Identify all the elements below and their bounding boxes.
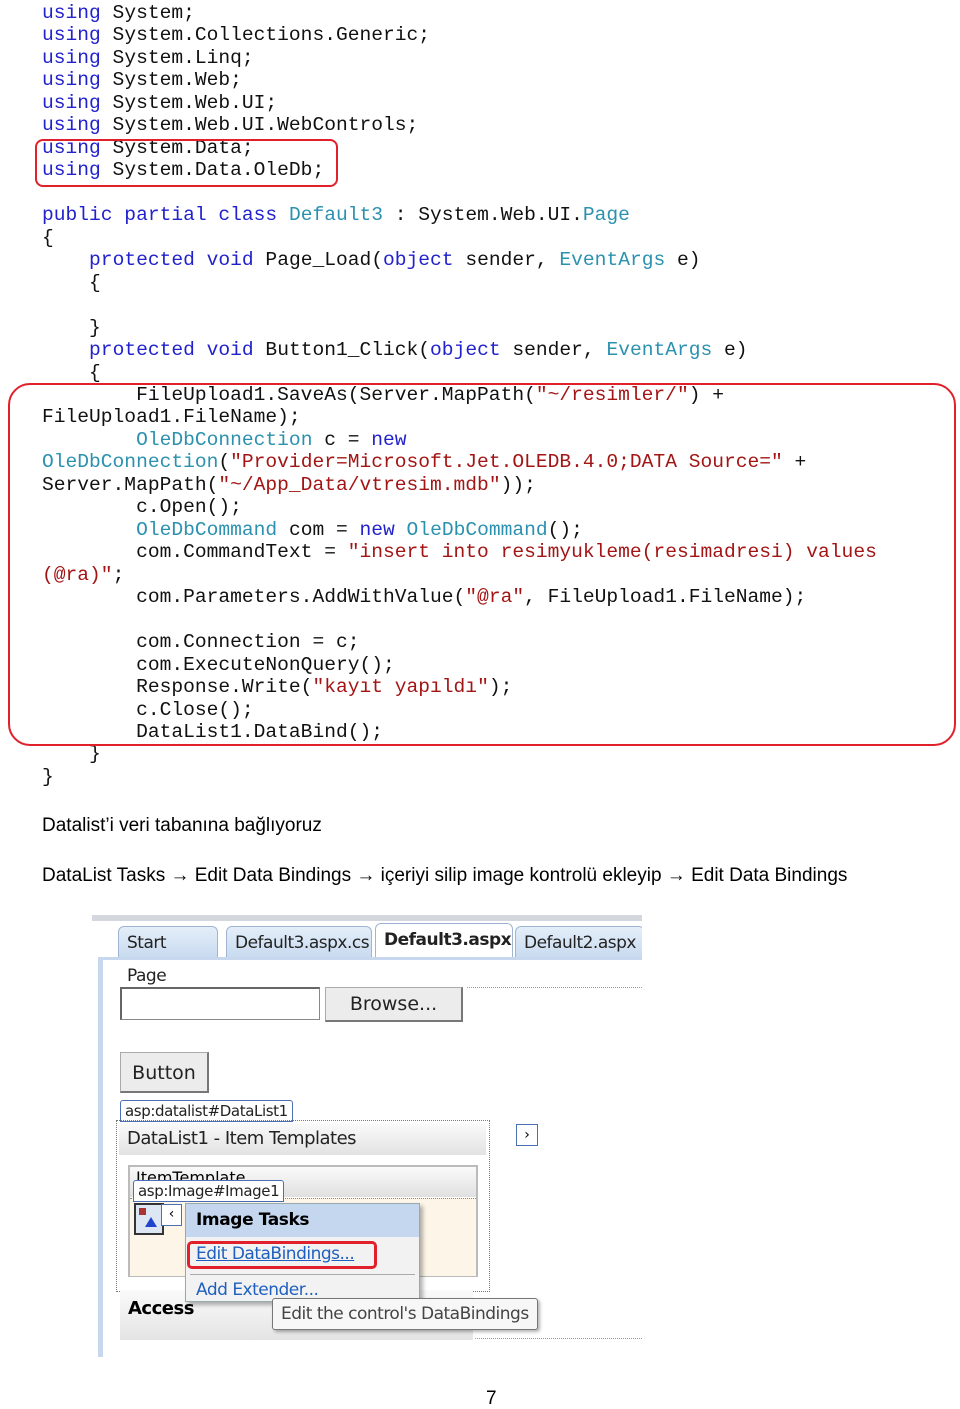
code-token: using [42,2,101,24]
top-bar [92,915,642,921]
code-token: } [42,316,101,339]
code-token: } [42,743,101,766]
code-token: Button1_Click( [253,339,431,362]
code-line: using System.Linq; [42,47,877,69]
tab-default3-aspx-cs[interactable]: Default3.aspx.cs [226,926,372,957]
datalist-header: DataList1 - Item Templates [119,1123,486,1155]
code-line: using System.Web; [42,69,877,91]
code-token: { [42,226,54,249]
code-token: protected void [89,249,254,272]
code-token: using [42,91,101,114]
image-tag: asp:Image#Image1 [133,1180,285,1202]
code-line: protected void Page_Load(object sender, … [42,249,877,271]
code-line: { [42,272,877,294]
page-number: 7 [486,1388,497,1409]
image-icon-triangle [145,1217,157,1227]
button-control[interactable]: Button [120,1052,209,1093]
browse-button[interactable]: Browse... [325,987,463,1022]
code-token: System.Web.UI; [100,91,278,114]
tooltip: Edit the control's DataBindings [272,1298,538,1330]
datalist-tag: asp:datalist#DataList1 [120,1100,293,1122]
code-token: object [383,249,454,272]
code-token: e) [665,249,701,272]
code-token: Page [582,204,630,227]
code-token: EventArgs [559,249,666,272]
code-token: System.Collections.Generic; [100,24,431,47]
highlight-button-click-body [8,383,956,746]
code-token: System; [100,2,195,24]
image-tasks-title: Image Tasks [186,1204,419,1237]
code-token: using [42,114,101,137]
image-placeholder-icon[interactable] [134,1203,164,1235]
highlight-using-directives [35,139,338,187]
code-line: using System.Web.UI; [42,92,877,114]
tab-start-page[interactable]: Start Page [118,926,218,986]
code-line: using System; [42,2,877,24]
code-token: public partial class [42,204,278,227]
image-tasks-menu: Image Tasks Edit DataBindings... Add Ext… [185,1203,420,1302]
code-line: using System.Web.UI.WebControls; [42,114,877,136]
document-page: using System; using System.Collections.Ge… [0,0,960,1409]
code-line: using System.Collections.Generic; [42,24,877,46]
code-token: EventArgs [606,339,713,362]
code-token: using [42,24,101,47]
code-token: { [42,271,101,294]
divider [475,1338,642,1339]
image-icon-square [139,1208,146,1215]
code-line: { [42,362,877,384]
code-token: using [42,46,101,69]
ide-screenshot: Start Page Default3.aspx.cs Default3.asp… [92,915,642,1357]
paragraph-datalist: Datalist’i veri tabanına bağlıyoruz [42,815,322,836]
code-token: e) [712,339,748,362]
edit-databindings-link[interactable]: Edit DataBindings... [196,1244,355,1264]
code-line: { [42,227,877,249]
code-token: Page_Load( [253,249,384,272]
code-line: public partial class Default3 : System.W… [42,204,877,226]
code-token: protected void [89,339,254,362]
tab-default3-aspx[interactable]: Default3.aspx [375,923,513,957]
tab-default2-aspx[interactable]: Default2.aspx [515,926,642,957]
menu-separator [190,1274,415,1275]
code-line: } [42,743,877,765]
smart-tag-expand-icon[interactable]: › [516,1124,538,1146]
smart-tag-collapse-icon[interactable]: ‹ [161,1204,182,1226]
code-line: protected void Button1_Click(object send… [42,339,877,361]
code-token: sender, [453,249,560,272]
code-token: sender, [500,339,607,362]
add-extender-link[interactable]: Add Extender... [196,1280,319,1300]
code-token: System.Linq; [100,46,254,69]
code-line: } [42,317,877,339]
divider [467,987,642,988]
code-token: object [430,339,501,362]
code-token: System.Web.UI.WebControls; [100,114,419,137]
code-line: } [42,766,877,788]
code-token: using [42,69,101,92]
file-upload-input[interactable] [120,987,320,1020]
code-token: Default3 [288,204,384,227]
code-token: } [42,765,54,788]
code-token: System.Web; [100,69,242,92]
code-token: { [42,361,101,384]
code-token: : System.Web.UI. [383,204,583,227]
paragraph-steps: DataList Tasks → Edit Data Bindings → iç… [42,865,848,886]
